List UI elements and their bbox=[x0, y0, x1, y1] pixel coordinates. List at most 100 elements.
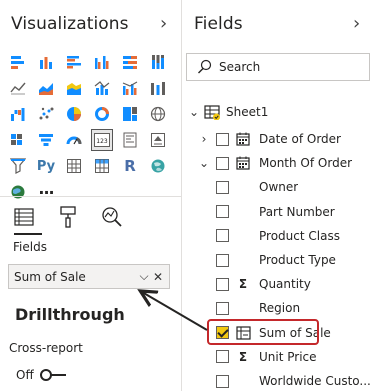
field-label: Month Of Order bbox=[259, 156, 353, 171]
field-label: Worldwide Custo... bbox=[259, 374, 371, 388]
field-label: Owner bbox=[259, 180, 299, 195]
field-label: Region bbox=[259, 301, 301, 316]
field-label: Part Number bbox=[259, 204, 335, 219]
line-and-clustered-column-chart-icon[interactable] bbox=[116, 75, 144, 101]
field-item[interactable]: Owner bbox=[182, 175, 373, 199]
field-label: Product Class bbox=[259, 228, 340, 243]
format-tool-icon[interactable] bbox=[54, 203, 82, 231]
stacked-column-chart-icon[interactable] bbox=[32, 49, 60, 75]
fields-tool-icon[interactable] bbox=[10, 203, 38, 231]
globe-icon[interactable] bbox=[4, 179, 32, 205]
field-item[interactable]: Part Number bbox=[182, 200, 373, 224]
no-icon bbox=[235, 204, 251, 220]
gauge-icon[interactable] bbox=[60, 127, 88, 153]
calendar-icon bbox=[235, 131, 251, 147]
visualizations-pane: Visualizations › 123 Py R ··· Fields Sum… bbox=[0, 0, 182, 391]
scatter-chart-icon[interactable] bbox=[32, 101, 60, 127]
collapse-fields-icon[interactable]: › bbox=[353, 13, 360, 34]
field-checkbox[interactable] bbox=[216, 374, 229, 388]
divider bbox=[0, 196, 181, 197]
pane-tools bbox=[10, 203, 126, 231]
no-icon bbox=[235, 300, 251, 316]
field-item[interactable]: Σ Quantity bbox=[182, 272, 373, 296]
r-glyph: R bbox=[124, 157, 136, 175]
close-icon[interactable]: ✕ bbox=[151, 270, 165, 284]
table-icon[interactable] bbox=[60, 153, 88, 179]
kpi-icon[interactable] bbox=[144, 127, 172, 153]
ribbon-chart-icon[interactable] bbox=[144, 75, 172, 101]
field-checkbox[interactable] bbox=[216, 180, 229, 194]
field-checkbox[interactable] bbox=[216, 229, 229, 243]
stacked-area-chart-icon[interactable] bbox=[60, 75, 88, 101]
field-item[interactable]: ⌄ Month Of Order bbox=[182, 151, 373, 175]
python-glyph: Py bbox=[36, 158, 56, 174]
field-item[interactable]: › Date of Order bbox=[182, 127, 373, 151]
chevron-down-icon[interactable]: ⌵ bbox=[137, 269, 151, 284]
visualizations-title: Visualizations bbox=[11, 14, 129, 34]
field-well-value: Sum of Sale bbox=[14, 269, 86, 284]
fields-well-label: Fields bbox=[13, 240, 47, 254]
field-item[interactable]: Product Type bbox=[182, 248, 373, 272]
field-item[interactable]: Σ Unit Price bbox=[182, 345, 373, 369]
field-item[interactable]: Worldwide Custo... bbox=[182, 369, 373, 391]
analytics-tool-icon[interactable] bbox=[98, 203, 126, 231]
arcgis-map-icon[interactable] bbox=[144, 153, 172, 179]
multi-row-card-icon[interactable] bbox=[116, 127, 144, 153]
map-icon[interactable] bbox=[144, 101, 172, 127]
cross-report-toggle-row: Off bbox=[16, 368, 66, 382]
expander-chevron-icon[interactable]: ⌄ bbox=[196, 156, 212, 170]
collapse-visualizations-icon[interactable]: › bbox=[160, 13, 167, 34]
chevron-down-icon[interactable]: ⌄ bbox=[186, 105, 202, 119]
field-checkbox[interactable] bbox=[216, 132, 229, 146]
drillthrough-title: Drillthrough bbox=[15, 305, 125, 324]
pie-chart-icon[interactable] bbox=[60, 101, 88, 127]
field-checkbox[interactable] bbox=[216, 156, 229, 170]
donut-chart-icon[interactable] bbox=[88, 101, 116, 127]
field-item[interactable]: Product Class bbox=[182, 224, 373, 248]
funnel-icon[interactable] bbox=[32, 127, 60, 153]
field-checkbox[interactable] bbox=[216, 253, 229, 267]
field-label: Unit Price bbox=[259, 349, 317, 364]
treemap-icon[interactable] bbox=[116, 101, 144, 127]
more-icon[interactable]: ··· bbox=[32, 179, 60, 205]
expander-chevron-icon[interactable]: › bbox=[196, 132, 212, 146]
waterfall-chart-icon[interactable] bbox=[4, 101, 32, 127]
toggle-state-label: Off bbox=[16, 368, 34, 382]
search-box[interactable] bbox=[186, 53, 370, 81]
cross-report-label: Cross-report bbox=[9, 341, 83, 355]
field-checkbox[interactable] bbox=[216, 301, 229, 315]
no-icon bbox=[235, 179, 251, 195]
filled-map-icon[interactable] bbox=[4, 127, 32, 153]
r-visual-icon[interactable]: R bbox=[116, 153, 144, 179]
clustered-column-chart-icon[interactable] bbox=[88, 49, 116, 75]
table-name: Sheet1 bbox=[226, 105, 269, 119]
area-chart-icon[interactable] bbox=[32, 75, 60, 101]
card-icon[interactable]: 123 bbox=[88, 127, 116, 153]
field-label: Product Type bbox=[259, 253, 336, 267]
field-checkbox[interactable] bbox=[216, 205, 229, 219]
no-icon bbox=[235, 252, 251, 268]
stacked-bar-chart-icon[interactable] bbox=[4, 49, 32, 75]
python-visual-icon[interactable]: Py bbox=[32, 153, 60, 179]
no-icon bbox=[235, 228, 251, 244]
active-tool-indicator bbox=[14, 233, 42, 235]
field-label: Quantity bbox=[259, 277, 311, 292]
field-checkbox[interactable] bbox=[216, 277, 229, 291]
sigma-icon: Σ bbox=[238, 277, 248, 292]
cross-report-toggle[interactable] bbox=[39, 369, 66, 381]
slicer-icon[interactable] bbox=[4, 153, 32, 179]
field-label: Date of Order bbox=[259, 132, 341, 146]
matrix-icon[interactable] bbox=[88, 153, 116, 179]
field-well-item[interactable]: Sum of Sale ⌵ ✕ bbox=[8, 264, 170, 289]
fields-title: Fields bbox=[194, 14, 243, 34]
field-checkbox[interactable] bbox=[216, 350, 229, 364]
field-item[interactable]: Region bbox=[182, 296, 373, 320]
line-and-column-chart-icon[interactable] bbox=[88, 75, 116, 101]
card-glyph: 123 bbox=[96, 138, 108, 145]
line-chart-icon[interactable] bbox=[4, 75, 32, 101]
clustered-bar-chart-icon[interactable] bbox=[60, 49, 88, 75]
search-input[interactable] bbox=[219, 60, 359, 74]
table-node-sheet1[interactable]: ⌄ Sheet1 bbox=[182, 100, 373, 124]
100-stacked-bar-chart-icon[interactable] bbox=[116, 49, 144, 75]
100-stacked-column-chart-icon[interactable] bbox=[144, 49, 172, 75]
